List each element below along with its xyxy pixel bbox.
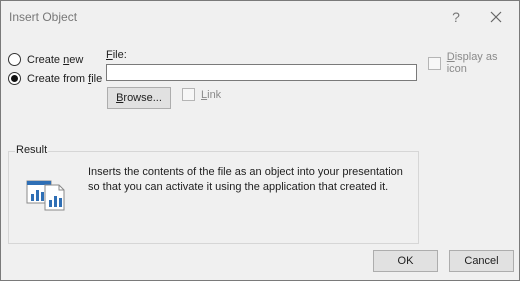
insert-object-dialog: Insert Object ? Create new Create from f… — [0, 0, 520, 281]
create-from-file-option[interactable]: Create from file — [8, 72, 102, 85]
radio-selected-dot — [11, 75, 18, 82]
result-title: Result — [15, 144, 49, 156]
link-checkbox[interactable] — [182, 88, 195, 101]
create-from-file-label: Create from file — [27, 72, 103, 85]
display-as-icon-option[interactable]: Display as icon — [428, 51, 519, 75]
close-icon — [490, 11, 502, 23]
dialog-title: Insert Object — [9, 10, 78, 24]
link-option[interactable]: Link — [182, 88, 221, 101]
create-new-label: Create new — [27, 53, 84, 66]
result-description: Inserts the contents of the file as an o… — [88, 166, 403, 193]
title-bar: Insert Object ? — [1, 1, 519, 33]
browse-button[interactable]: Browse... — [107, 87, 171, 109]
file-object-icon — [26, 176, 68, 215]
create-new-option[interactable]: Create new — [8, 53, 83, 66]
ok-button[interactable]: OK — [373, 250, 438, 272]
display-as-icon-label: Display as icon — [446, 51, 498, 75]
create-from-file-radio[interactable] — [8, 72, 21, 85]
file-label: File: — [106, 49, 127, 61]
cancel-button[interactable]: Cancel — [449, 250, 514, 272]
display-as-icon-checkbox[interactable] — [428, 56, 441, 70]
create-new-radio[interactable] — [8, 53, 21, 66]
file-path-input[interactable] — [106, 64, 417, 81]
close-button[interactable] — [482, 5, 510, 29]
link-label: Link — [201, 88, 222, 101]
help-button[interactable]: ? — [442, 5, 470, 29]
